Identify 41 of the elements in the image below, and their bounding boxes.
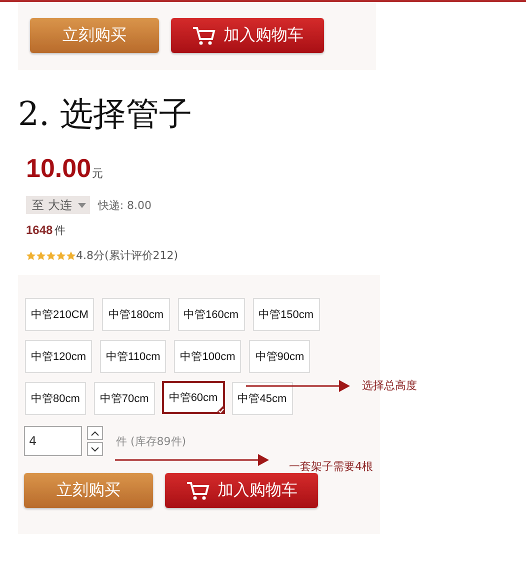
star-icon [46,250,56,260]
arrow-icon [246,380,350,392]
size-option[interactable]: 中管60cm [162,381,225,414]
star-icon [26,250,36,260]
up-caret-icon [91,430,99,436]
add-to-cart-button[interactable]: 加入购物车 [171,18,324,53]
star-icon [66,250,76,260]
add-to-cart-button[interactable]: 加入购物车 [165,473,318,508]
size-option[interactable]: 中管180cm [102,298,170,331]
check-icon [214,404,225,414]
sales-count: 1648 [26,223,53,237]
size-option[interactable]: 中管160cm [178,298,245,331]
arrow-icon [115,454,269,466]
sales-unit: 件 [54,223,66,238]
caret-icon [78,202,86,208]
size-option[interactable]: 中管120cm [25,340,92,373]
annotation: 一套架子需要4根 [289,459,373,474]
increase-button[interactable] [87,426,103,440]
annotation: 选择总高度 [362,378,417,393]
destination-dropdown[interactable]: 至 大连 [26,196,90,214]
size-option[interactable]: 中管110cm [100,340,166,373]
star-icon [56,250,66,260]
size-option[interactable]: 中管80cm [25,382,86,415]
cart-icon [186,480,210,500]
price: 10.00 [26,153,92,184]
size-option[interactable]: 中管150cm [252,298,320,331]
shipping-fee: 快递: 8.00 [98,198,152,212]
size-option[interactable]: 中管90cm [249,340,310,373]
section-heading: 2. 选择管子 [18,93,193,135]
size-option[interactable]: 中管70cm [94,382,155,415]
star-icon [36,250,46,260]
size-option[interactable]: 中管100cm [174,340,242,373]
size-option[interactable]: 中管210CM [25,298,94,331]
down-caret-icon [91,446,99,452]
rating-text: 4.8分(累计评价212) [76,248,178,263]
currency-unit: 元 [92,166,104,181]
stock-text: 件 (库存89件) [116,434,186,449]
size-option[interactable]: 中管45cm [232,382,293,415]
quantity-field[interactable]: 4 [24,426,82,456]
decrease-button[interactable] [87,442,103,456]
cart-icon [192,26,216,46]
